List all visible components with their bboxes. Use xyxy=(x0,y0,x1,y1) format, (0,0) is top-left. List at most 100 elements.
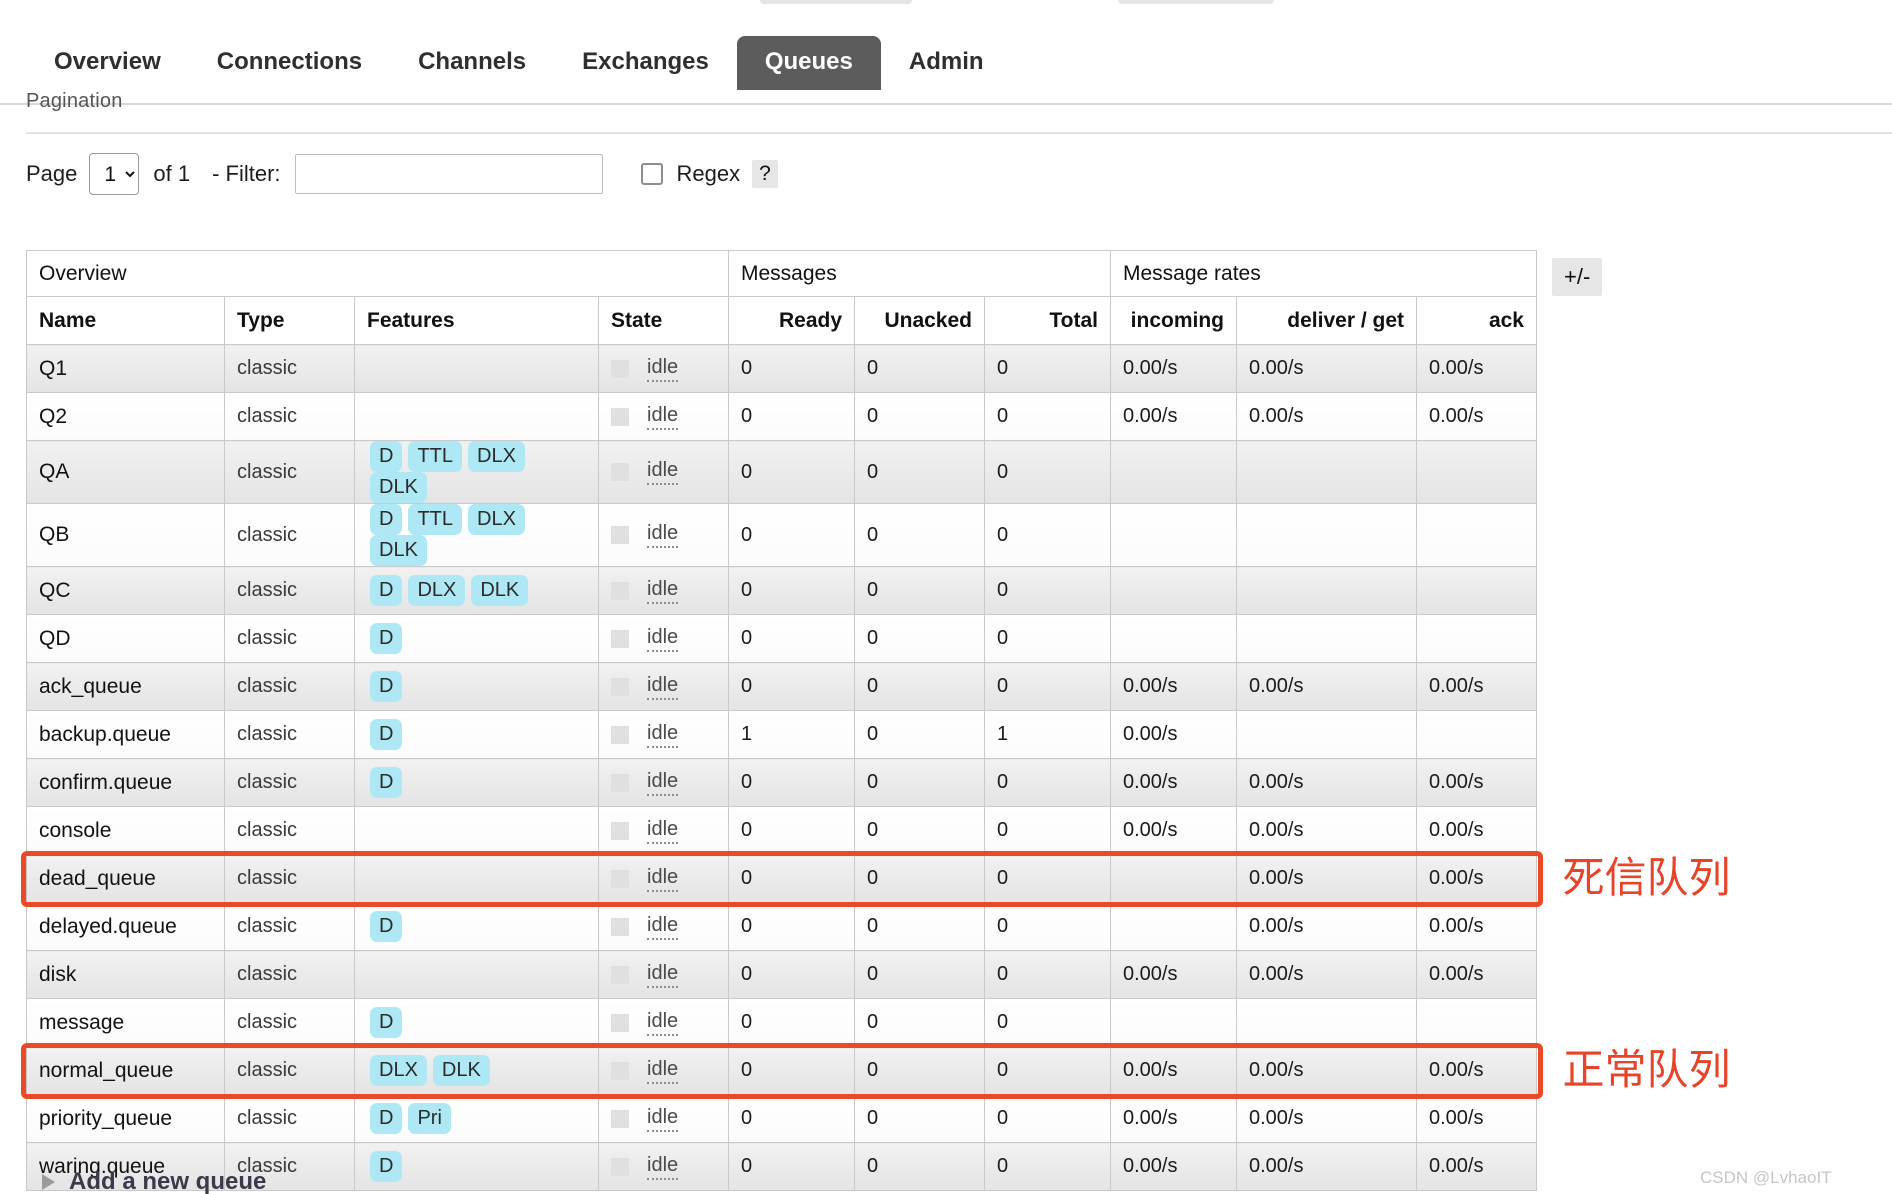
table-row: QB classic D TTL DLXDLK idle 0 0 0 xyxy=(26,503,1537,567)
feature-badge-d[interactable]: D xyxy=(370,575,403,606)
deliver-get-rate-cell: 0.00/s xyxy=(1236,854,1417,903)
regex-help-button[interactable]: ? xyxy=(752,160,778,188)
ack-rate-cell: 0.00/s xyxy=(1416,1142,1537,1191)
table-row: delayed.queue classic Didle 0 0 0 0.00/s 0.00/s xyxy=(26,902,1537,951)
feature-badge-d[interactable]: D xyxy=(370,1007,403,1038)
nav-tab-queues[interactable]: Queues xyxy=(736,36,881,90)
deliver-get-rate-cell: 0.00/s xyxy=(1236,902,1417,951)
deliver-get-rate-cell: 0.00/s xyxy=(1236,662,1417,711)
feature-badge-d[interactable]: D xyxy=(370,767,403,798)
column-header-total[interactable]: Total xyxy=(984,296,1111,345)
column-header-name[interactable]: Name xyxy=(26,296,225,345)
queue-name-cell[interactable]: disk xyxy=(26,950,225,999)
queue-features-cell xyxy=(354,344,599,393)
column-header-deliver-get[interactable]: deliver / get xyxy=(1236,296,1417,345)
queue-name-cell[interactable]: QD xyxy=(26,614,225,663)
unacked-cell: 0 xyxy=(854,950,985,999)
queue-features-cell: D Pri xyxy=(354,1094,599,1143)
queue-name-cell[interactable]: backup.queue xyxy=(26,710,225,759)
queue-name-cell[interactable]: Q2 xyxy=(26,392,225,441)
feature-badge-dlx[interactable]: DLX xyxy=(468,504,525,535)
feature-badge-dlx[interactable]: DLX xyxy=(468,441,525,472)
feature-badge-ttl[interactable]: TTL xyxy=(408,441,463,472)
ack-rate-cell: 0.00/s xyxy=(1416,950,1537,999)
total-cell: 0 xyxy=(984,566,1111,615)
add-new-queue-toggle[interactable]: Add a new queue xyxy=(42,1168,266,1194)
incoming-rate-cell: 0.00/s xyxy=(1110,950,1237,999)
queue-name-cell[interactable]: delayed.queue xyxy=(26,902,225,951)
ready-cell: 0 xyxy=(728,566,855,615)
feature-badge-dlx[interactable]: DLX xyxy=(370,1055,427,1086)
queue-state-cell: idle xyxy=(598,1142,729,1191)
ack-rate-cell xyxy=(1416,503,1537,567)
toggle-columns-button[interactable]: +/- xyxy=(1552,258,1603,296)
queue-name-cell[interactable]: console xyxy=(26,806,225,855)
total-cell: 1 xyxy=(984,710,1111,759)
nav-tab-overview[interactable]: Overview xyxy=(26,36,189,90)
nav-tab-connections[interactable]: Connections xyxy=(189,36,390,90)
ack-rate-cell: 0.00/s xyxy=(1416,662,1537,711)
queue-state-cell: idle xyxy=(598,1046,729,1095)
column-header-state[interactable]: State xyxy=(598,296,729,345)
state-label: idle xyxy=(647,1106,679,1132)
filter-input[interactable] xyxy=(294,154,603,194)
state-indicator-icon xyxy=(611,677,629,696)
queue-name-cell[interactable]: QB xyxy=(26,503,225,567)
state-label: idle xyxy=(647,674,679,700)
page-select[interactable]: 1 xyxy=(89,153,140,195)
incoming-rate-cell xyxy=(1110,998,1237,1047)
ready-cell: 0 xyxy=(728,662,855,711)
feature-badge-d[interactable]: D xyxy=(370,441,403,472)
queue-name-cell[interactable]: ack_queue xyxy=(26,662,225,711)
nav-tab-admin[interactable]: Admin xyxy=(881,36,1012,90)
feature-badge-dlk[interactable]: DLK xyxy=(370,535,427,566)
state-label: idle xyxy=(647,866,679,892)
feature-badge-d[interactable]: D xyxy=(370,504,403,535)
feature-badge-dlk[interactable]: DLK xyxy=(432,1055,490,1086)
state-indicator-icon xyxy=(611,526,629,544)
feature-badge-d[interactable]: D xyxy=(370,1151,403,1182)
state-indicator-icon xyxy=(611,359,629,378)
table-row: dead_queue classic idle 0 0 0 0.00/s 0.00/s xyxy=(26,854,1537,903)
queue-features-cell: DLX DLK xyxy=(354,1046,599,1095)
queue-name-cell[interactable]: QA xyxy=(26,440,225,504)
expand-triangle-icon xyxy=(42,1174,55,1190)
column-header-ready[interactable]: Ready xyxy=(728,296,855,345)
feature-badge-d[interactable]: D xyxy=(370,623,403,654)
queue-name-cell[interactable]: Q1 xyxy=(26,344,225,393)
column-header-type[interactable]: Type xyxy=(224,296,355,345)
incoming-rate-cell: 0.00/s xyxy=(1110,758,1237,807)
feature-badge-dlx[interactable]: DLX xyxy=(408,575,466,606)
queue-name-cell[interactable]: dead_queue xyxy=(26,854,225,903)
column-header-ack[interactable]: ack xyxy=(1416,296,1537,345)
nav-tab-exchanges[interactable]: Exchanges xyxy=(554,36,737,90)
ack-rate-cell: 0.00/s xyxy=(1416,1094,1537,1143)
queue-name-cell[interactable]: message xyxy=(26,998,225,1047)
feature-badge-dlk[interactable]: DLK xyxy=(370,472,427,503)
column-header-unacked[interactable]: Unacked xyxy=(854,296,985,345)
column-header-features[interactable]: Features xyxy=(354,296,599,345)
queue-name-cell[interactable]: confirm.queue xyxy=(26,758,225,807)
ack-rate-cell: 0.00/s xyxy=(1416,344,1537,393)
ack-rate-cell: 0.00/s xyxy=(1416,392,1537,441)
queue-name-cell[interactable]: normal_queue xyxy=(26,1046,225,1095)
queue-name-cell[interactable]: priority_queue xyxy=(26,1094,225,1143)
nav-tab-channels[interactable]: Channels xyxy=(390,36,554,90)
column-header-incoming[interactable]: incoming xyxy=(1110,296,1237,345)
regex-checkbox[interactable] xyxy=(640,163,663,185)
feature-badge-ttl[interactable]: TTL xyxy=(408,504,463,535)
queue-type-cell: classic xyxy=(224,1046,355,1095)
queue-features-cell: D TTL DLX DLK xyxy=(354,440,599,504)
feature-badge-d[interactable]: D xyxy=(370,1103,403,1134)
feature-badge-d[interactable]: D xyxy=(370,719,403,750)
feature-badge-pri[interactable]: Pri xyxy=(408,1103,451,1134)
queue-name-cell[interactable]: QC xyxy=(26,566,225,615)
unacked-cell: 0 xyxy=(854,503,985,567)
ack-rate-cell xyxy=(1416,440,1537,504)
feature-badge-d[interactable]: D xyxy=(370,671,403,702)
feature-badge-d[interactable]: D xyxy=(370,911,403,942)
feature-badge-dlk[interactable]: DLK xyxy=(471,575,529,606)
ack-rate-cell: 0.00/s xyxy=(1416,1046,1537,1095)
unacked-cell: 0 xyxy=(854,662,985,711)
queue-type-cell: classic xyxy=(224,662,355,711)
